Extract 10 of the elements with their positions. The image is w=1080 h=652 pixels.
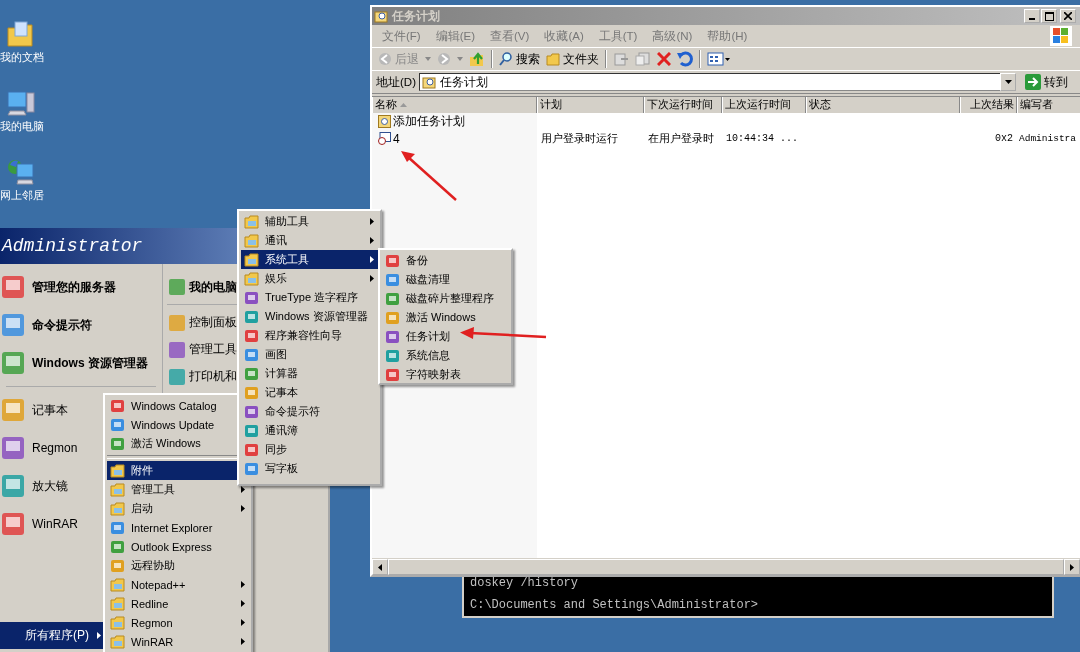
window-title: 任务计划 xyxy=(392,7,441,25)
table-cell: 在用户登录时 xyxy=(648,131,714,146)
user-name: Administrator xyxy=(0,236,143,256)
table-cell: 0x2 xyxy=(995,133,1013,144)
table-cell: 10:44:34 ... xyxy=(726,133,798,144)
console-line: doskey /history xyxy=(470,576,580,590)
table-cell: 用户登录时运行 xyxy=(541,131,618,146)
address-label: 地址(D) xyxy=(376,74,416,90)
table-cell: Administra xyxy=(1019,133,1076,144)
console-line: C:\Documents and Settings\Administrator> xyxy=(470,598,760,612)
